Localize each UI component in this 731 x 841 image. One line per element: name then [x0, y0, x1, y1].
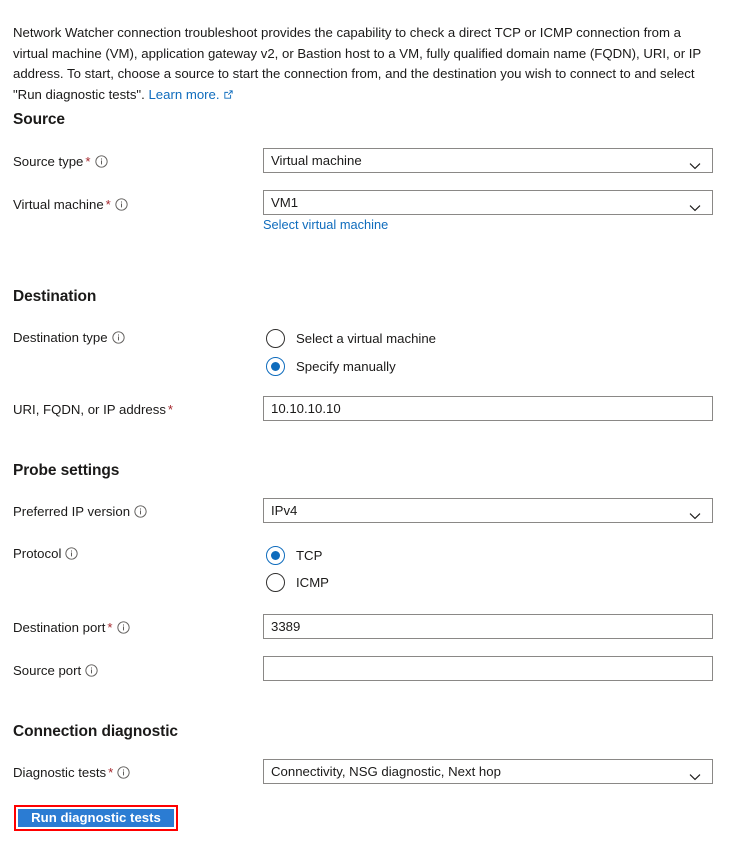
label-source-type: Source type * — [13, 154, 108, 170]
info-icon[interactable] — [94, 155, 108, 168]
info-icon[interactable] — [117, 766, 130, 779]
label-destination-type: Destination type — [13, 330, 125, 346]
radio-protocol-icmp[interactable]: ICMP — [266, 572, 329, 592]
intro-description: Network Watcher connection troubleshoot … — [13, 23, 715, 105]
info-icon[interactable] — [65, 547, 79, 560]
select-virtual-machine-link[interactable]: Select virtual machine — [263, 217, 388, 232]
radio-label: Select a virtual machine — [296, 330, 437, 346]
radio-label: TCP — [296, 547, 323, 563]
destination-port-input[interactable] — [263, 614, 713, 639]
external-link-icon — [223, 86, 234, 99]
radio-selected-icon — [266, 545, 285, 565]
radio-label: Specify manually — [296, 358, 396, 374]
diagnostic-tests-value: Connectivity, NSG diagnostic, Next hop — [263, 759, 713, 784]
run-diagnostic-tests-button[interactable]: Run diagnostic tests — [18, 809, 174, 827]
section-title-connection-diagnostic: Connection diagnostic — [13, 723, 178, 740]
info-icon[interactable] — [115, 198, 128, 211]
info-icon[interactable] — [116, 621, 130, 634]
info-icon[interactable] — [111, 331, 125, 344]
source-type-value: Virtual machine — [263, 148, 713, 173]
source-port-input[interactable] — [263, 656, 713, 681]
virtual-machine-select[interactable]: VM1 — [263, 190, 713, 215]
virtual-machine-value: VM1 — [263, 190, 713, 215]
section-title-probe-settings: Probe settings — [13, 462, 120, 479]
label-protocol: Protocol — [13, 546, 79, 562]
radio-unselected-icon — [266, 572, 285, 592]
preferred-ip-version-select[interactable]: IPv4 — [263, 498, 713, 523]
radio-selected-icon — [266, 356, 285, 376]
diagnostic-tests-select[interactable]: Connectivity, NSG diagnostic, Next hop — [263, 759, 713, 784]
source-type-select[interactable]: Virtual machine — [263, 148, 713, 173]
radio-unselected-icon — [266, 328, 285, 348]
info-icon[interactable] — [85, 664, 98, 677]
connection-troubleshoot-form: Network Watcher connection troubleshoot … — [0, 0, 731, 841]
label-diagnostic-tests: Diagnostic tests * — [13, 765, 130, 781]
info-icon[interactable] — [134, 505, 147, 518]
radio-destination-select-vm[interactable]: Select a virtual machine — [266, 328, 436, 348]
section-title-source: Source — [13, 111, 65, 128]
label-destination-port: Destination port * — [13, 620, 130, 636]
section-title-destination: Destination — [13, 288, 97, 305]
learn-more-link[interactable]: Learn more. — [148, 87, 219, 102]
radio-label: ICMP — [296, 574, 329, 590]
label-source-port: Source port — [13, 663, 98, 679]
uri-fqdn-ip-input[interactable] — [263, 396, 713, 421]
radio-protocol-tcp[interactable]: TCP — [266, 545, 322, 565]
intro-text: Network Watcher connection troubleshoot … — [13, 25, 701, 102]
label-uri-fqdn-ip: URI, FQDN, or IP address * — [13, 402, 174, 417]
preferred-ip-version-value: IPv4 — [263, 498, 713, 523]
label-preferred-ip-version: Preferred IP version — [13, 504, 147, 520]
radio-destination-specify-manually[interactable]: Specify manually — [266, 356, 396, 376]
label-virtual-machine: Virtual machine * — [13, 197, 128, 213]
